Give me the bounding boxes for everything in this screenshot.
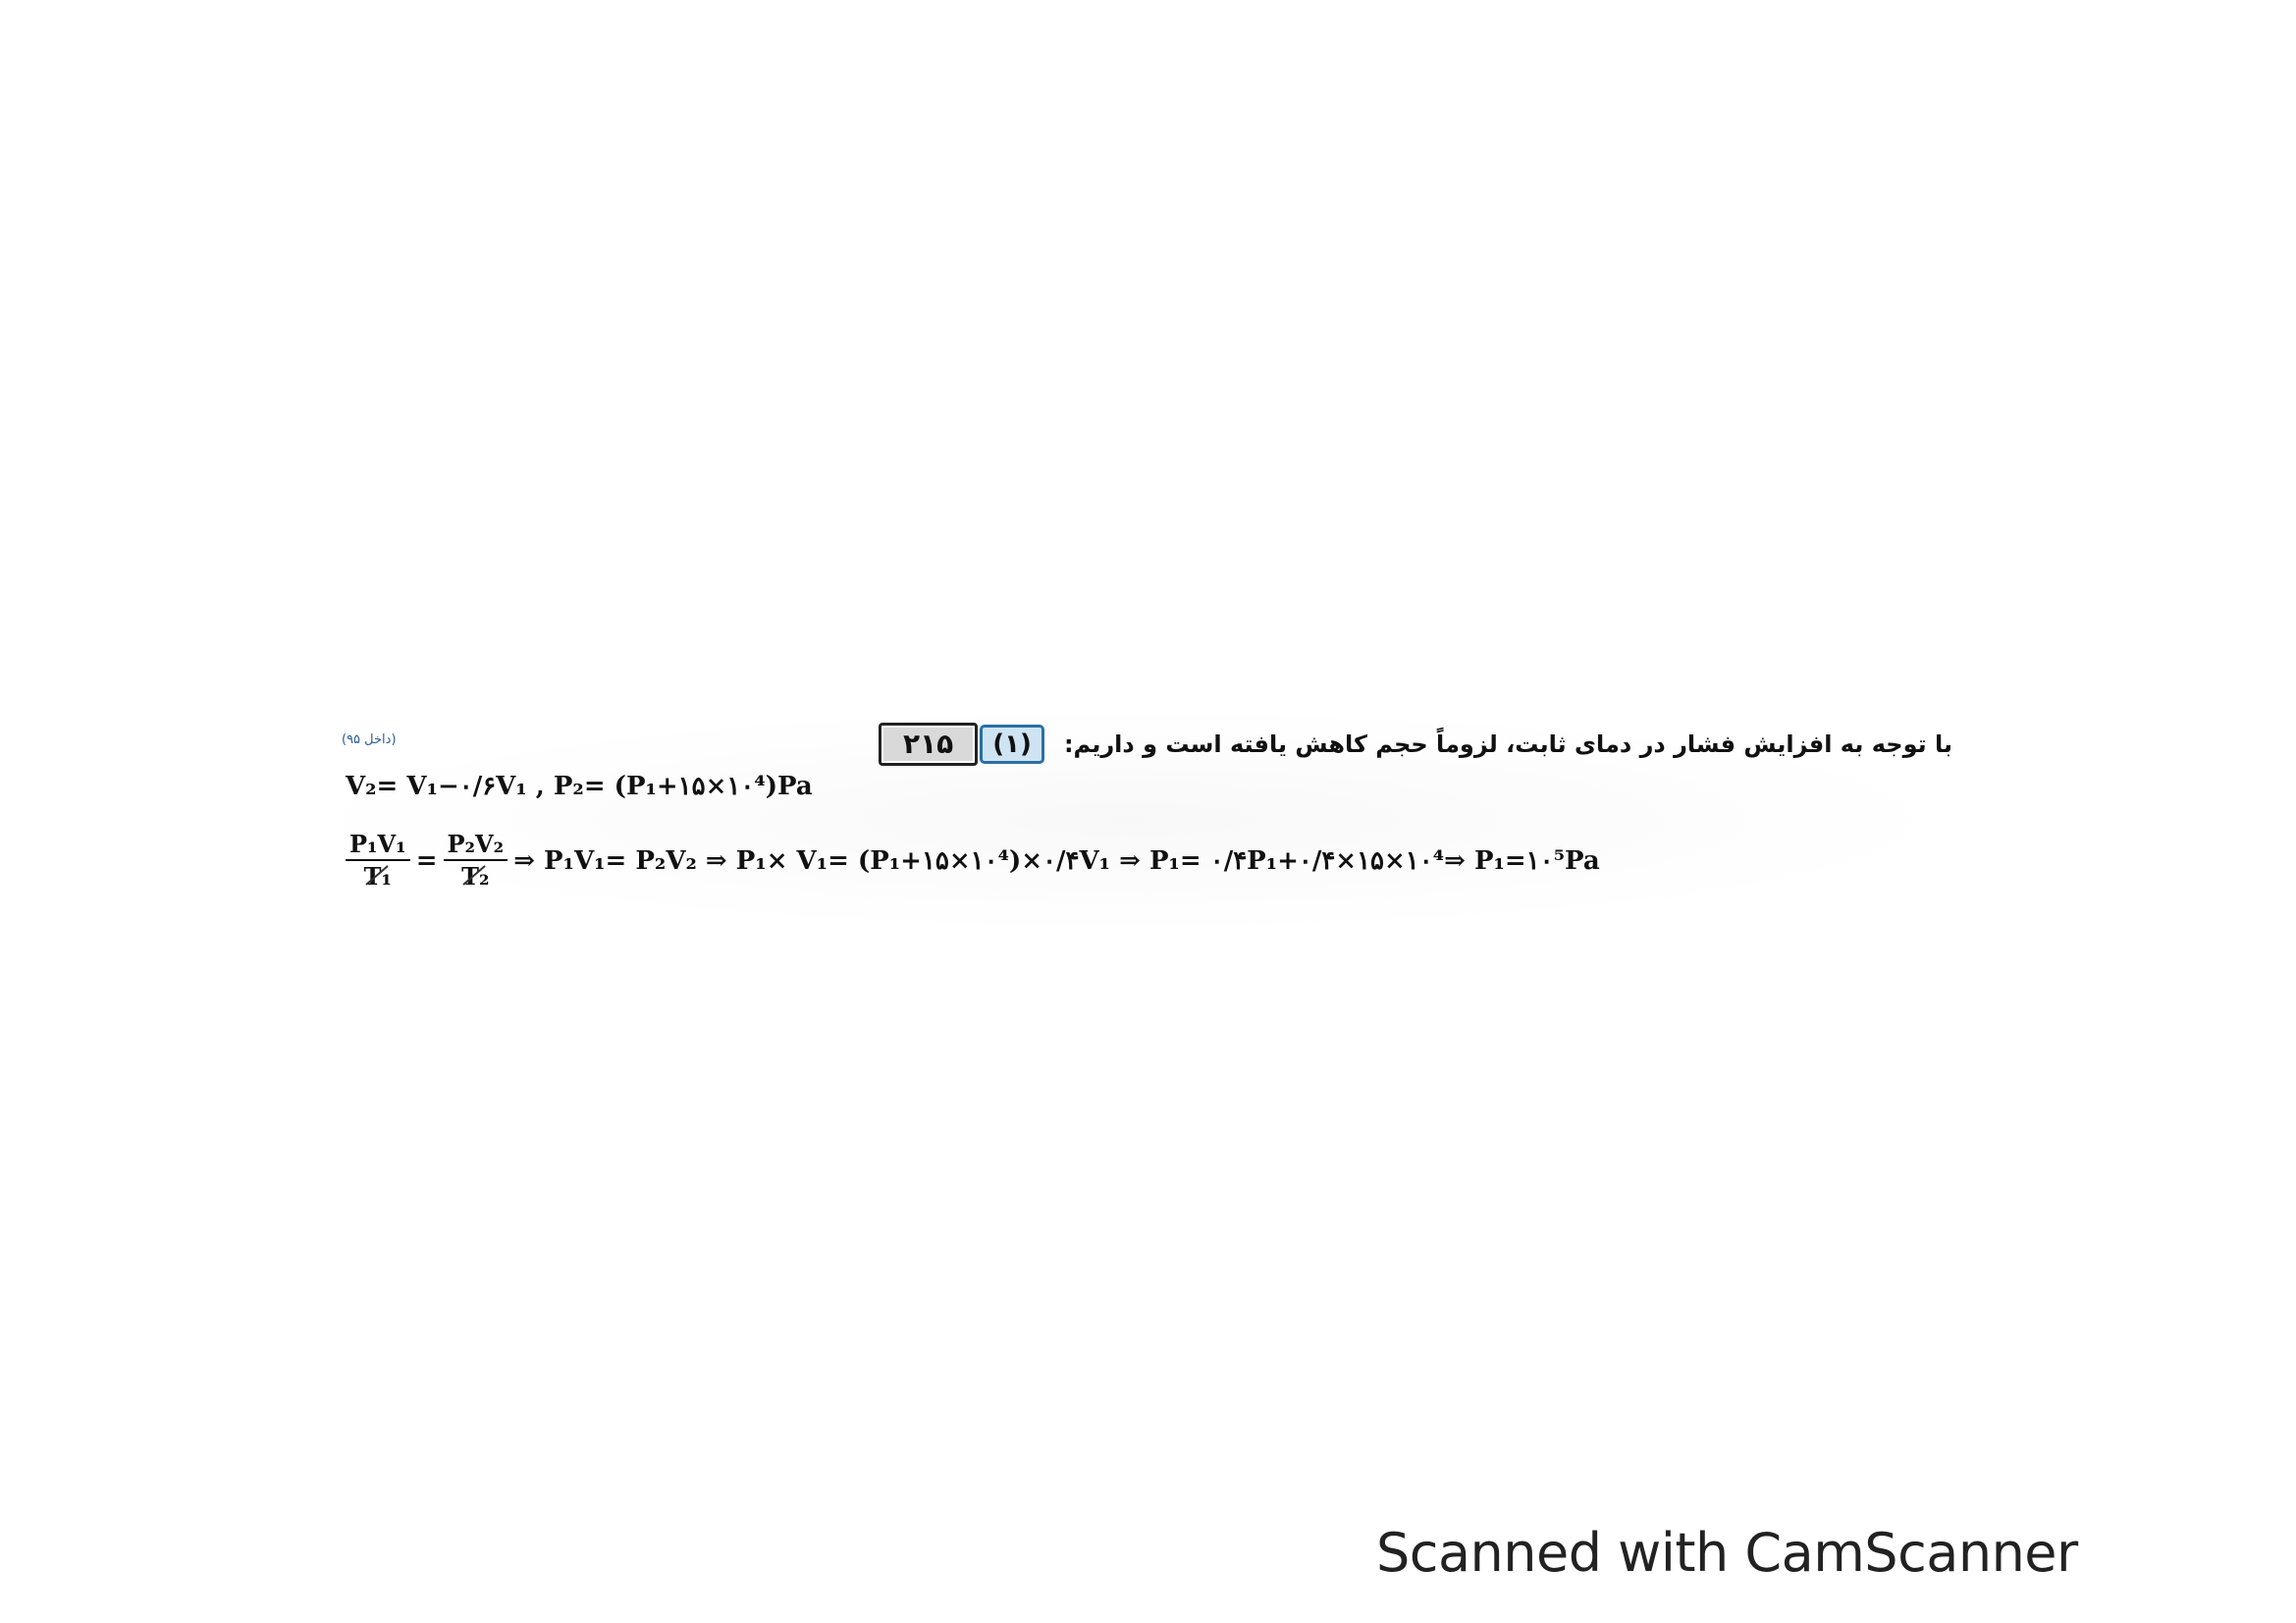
equation-line-2: P₁V₁ T₁ = P₂V₂ T₂ ⇒ P₁V₁= P₂V₂ ⇒ P₁× V₁=… [346, 833, 1600, 889]
fraction-right-denominator-text: T₂ [461, 862, 490, 891]
fraction-left-denominator-text: T₁ [363, 862, 393, 891]
equals-sign: = [415, 845, 438, 876]
answer-intro-text: با توجه به افزایش فشار در دمای ثابت، لزو… [1063, 730, 1952, 758]
fraction-right-denominator: T₂ [461, 861, 489, 889]
fraction-right: P₂V₂ T₂ [443, 833, 508, 889]
fraction-left-numerator: P₁V₁ [346, 833, 410, 861]
equation-derivation: ⇒ P₁V₁= P₂V₂ ⇒ P₁× V₁= (P₁+۱۵×۱۰⁴)×۰/۴V₁… [513, 845, 1600, 876]
answer-header: ۲۱۵ (۱) با توجه به افزایش فشار در دمای ث… [879, 722, 1952, 767]
question-number-badge: ۲۱۵ [879, 723, 979, 766]
answer-option-badge: (۱) [980, 725, 1044, 764]
source-tag: (داخل ۹۵) [342, 732, 397, 747]
fraction-left-denominator: T₁ [364, 861, 392, 889]
scanner-watermark: Scanned with CamScanner [1376, 1522, 2078, 1584]
fraction-left: P₁V₁ T₁ [346, 833, 410, 889]
equation-line-1: V₂= V₁−۰/۶V₁ , P₂= (P₁+۱۵×۱۰⁴)Pa [346, 772, 813, 801]
fraction-right-numerator: P₂V₂ [443, 833, 508, 861]
answer-badges: ۲۱۵ (۱) [879, 723, 1044, 766]
